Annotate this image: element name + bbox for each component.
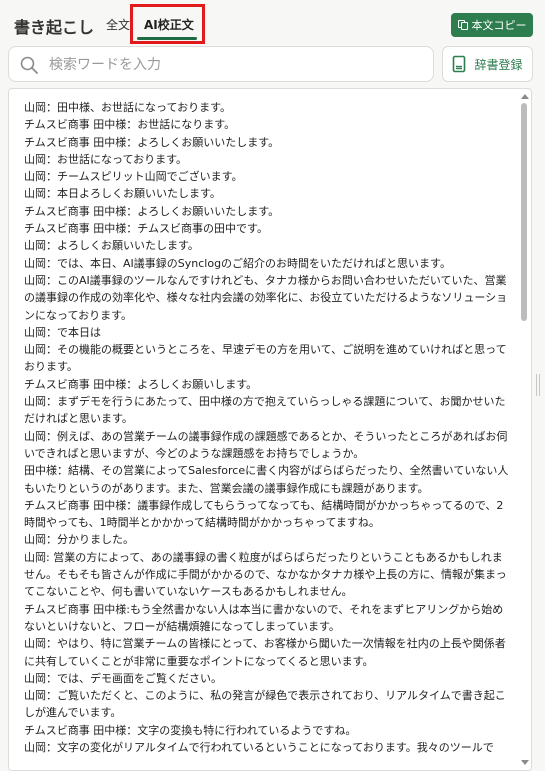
scroll-up-arrow-icon[interactable]: [521, 94, 529, 99]
transcript-line: 山岡：で本日は: [24, 325, 101, 339]
transcript-line: チムスビ商事 田中様：チムスビ商事の田中です。: [24, 222, 268, 236]
transcript-line: チムスビ商事 田中様：文字の変換も特に行われているようですね。: [24, 723, 357, 737]
transcript-line: 田中様：結構、その営業によってSalesforceに書く内容がばらばらだったり、…: [24, 464, 509, 495]
transcript-line: 山岡: 営業の方によって、あの議事録の書く粒度がばらばらだったりということもある…: [24, 550, 507, 599]
transcript-line: 山岡：ご覧いただくと、このように、私の発言が緑色で表示されており、リアルタイムで…: [24, 689, 506, 720]
dictionary-register-button[interactable]: 辞書登録: [442, 46, 533, 82]
highlight-annotation-box: [130, 4, 205, 44]
panel-resize-handle[interactable]: [536, 374, 540, 396]
transcript-line: 山岡：文字の変化がリアルタイムで行われているということになっております。我々のツ…: [24, 740, 494, 754]
copy-text-button-label: 本文コピー: [471, 19, 527, 32]
transcript-line: 山岡：例えば、あの営業チームの議事録作成の課題感であるとか、そういったところがあ…: [24, 429, 508, 460]
panel-title: 書き起こし: [14, 18, 95, 37]
transcript-line: チムスビ商事 田中様：お世話になります。: [24, 118, 236, 132]
scroll-down-arrow-icon[interactable]: [521, 760, 529, 765]
scrollbar-thumb[interactable]: [521, 103, 527, 321]
transcript-line: 山岡：田中様、お世話になっております。: [24, 101, 232, 114]
transcript-line: チムスビ商事 田中様：よろしくお願いします。: [24, 377, 258, 391]
book-icon: [453, 55, 466, 73]
transcript-line: 山岡：その機能の概要というところを、早速デモの方を用いて、ご説明を進めていければ…: [24, 343, 507, 374]
transcript-line: 山岡：分かりました。: [24, 533, 134, 547]
transcript-line: 山岡：このAI議事録のツールなんですけれども、タナカ様からお問い合わせいただいて…: [24, 273, 508, 322]
transcript-line: 山岡：チームスピリット山岡でございます。: [24, 170, 243, 184]
header: 書き起こし 全文 AI校正文 本文コピー: [0, 0, 545, 46]
search-icon: [20, 56, 38, 74]
search-input[interactable]: [47, 53, 421, 77]
transcript-line: 山岡：本日よろしくお願いいたします。: [24, 187, 221, 201]
copy-text-button[interactable]: 本文コピー: [451, 13, 533, 37]
transcript-line: チムスビ商事 田中様:もう全然書かない人は本当に書かないので、それをまずヒアリン…: [24, 602, 504, 633]
transcript-text: 山岡：田中様、お世話になっております。 チムスビ商事 田中様：お世話になります。チ…: [24, 99, 509, 756]
transcript-line: 山岡：やはり、特に営業チームの皆様にとって、お客様から聞いた一次情報を社内の上長…: [24, 637, 506, 668]
tab-full-text[interactable]: 全文: [106, 16, 130, 33]
scrollbar[interactable]: [517, 89, 531, 770]
transcript-line: 山岡：お世話になっております。: [24, 152, 188, 166]
transcript-line: チムスビ商事 田中様：よろしくお願いいたします。: [24, 204, 280, 218]
transcript-line: 山岡：では、本日、AI議事録のSynclogのご紹介のお時間をいただければと思い…: [24, 256, 451, 270]
transcript-line: チムスビ商事 田中様：よろしくお願いいたします。: [24, 135, 280, 149]
dictionary-register-label: 辞書登録: [474, 57, 523, 72]
transcript-line: チムスビ商事 田中様：議事録作成してもらうってなっても、結構時間がかかっちゃって…: [24, 498, 504, 530]
transcript-line: 山岡：よろしくお願いいたします。: [24, 239, 199, 253]
search-box: [8, 46, 434, 82]
transcript-line: 山岡：では、デモ画面をご覧ください。: [24, 671, 222, 685]
transcript-panel[interactable]: 山岡：田中様、お世話になっております。 チムスビ商事 田中様：お世話になります。チ…: [8, 88, 532, 771]
copy-icon: [457, 20, 468, 30]
transcript-line: 山岡：まずデモを行うにあたって、田中様の方で抱えていらっしゃる課題について、お聞…: [24, 395, 506, 426]
